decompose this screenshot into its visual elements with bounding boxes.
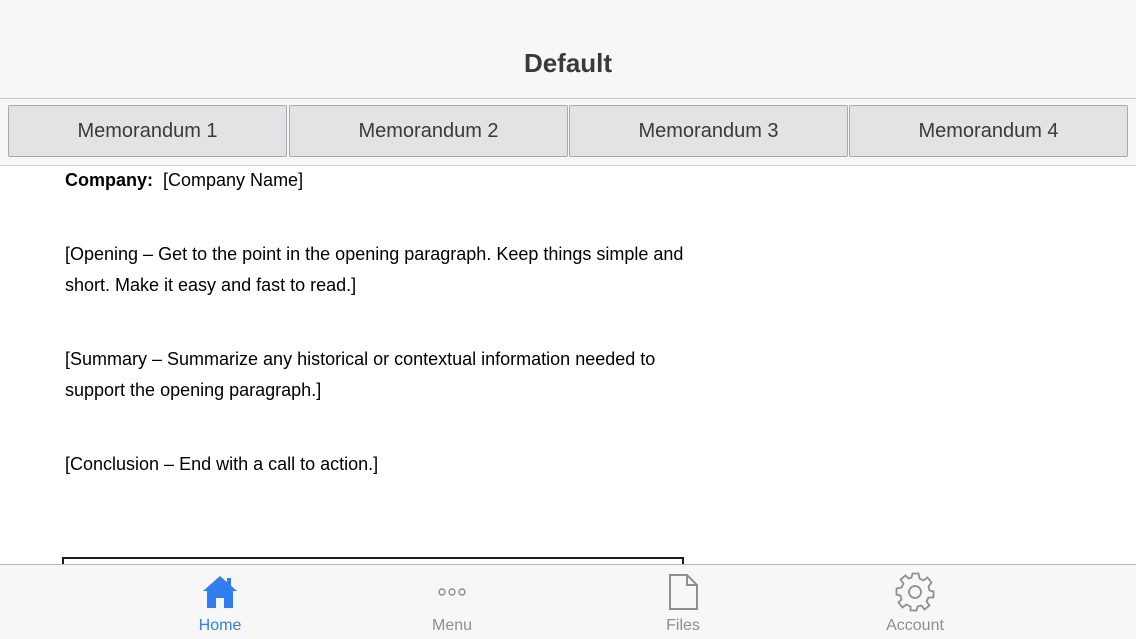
company-name-value: [Company Name] — [163, 170, 304, 190]
bottom-tab-bar: Home Menu Files Account — [0, 564, 1136, 639]
company-label: Company: — [65, 170, 154, 190]
tab-memorandum-4[interactable]: Memorandum 4 — [849, 105, 1128, 157]
tabbar-item-home[interactable]: Home — [160, 565, 280, 639]
gear-icon — [895, 572, 935, 612]
home-icon — [203, 576, 237, 608]
tabbar-item-files[interactable]: Files — [623, 565, 743, 639]
conclusion-paragraph: [Conclusion – End with a call to action.… — [65, 454, 379, 474]
tabbar-item-account[interactable]: Account — [855, 565, 975, 639]
memorandum-segmented-control: Memorandum 1 Memorandum 2 Memorandum 3 M… — [0, 99, 1136, 166]
more-icon — [438, 588, 466, 596]
tab-memorandum-3[interactable]: Memorandum 3 — [569, 105, 848, 157]
tabbar-label-menu: Menu — [431, 617, 473, 634]
tabbar-label-home: Home — [198, 617, 242, 634]
page-title: Default — [523, 48, 613, 78]
summary-paragraph: [Summary – Summarize any historical or c… — [65, 349, 656, 400]
tabbar-label-files: Files — [666, 617, 700, 634]
opening-paragraph: [Opening – Get to the point in the openi… — [65, 244, 684, 295]
company-line: Company: [Company Name] — [65, 165, 303, 196]
tabbar-item-menu[interactable]: Menu — [392, 565, 512, 639]
tab-memorandum-2[interactable]: Memorandum 2 — [289, 105, 568, 157]
tabbar-label-account: Account — [886, 617, 944, 634]
navigation-bar: Default — [0, 0, 1136, 99]
file-icon — [669, 574, 698, 610]
tab-memorandum-1[interactable]: Memorandum 1 — [8, 105, 287, 157]
